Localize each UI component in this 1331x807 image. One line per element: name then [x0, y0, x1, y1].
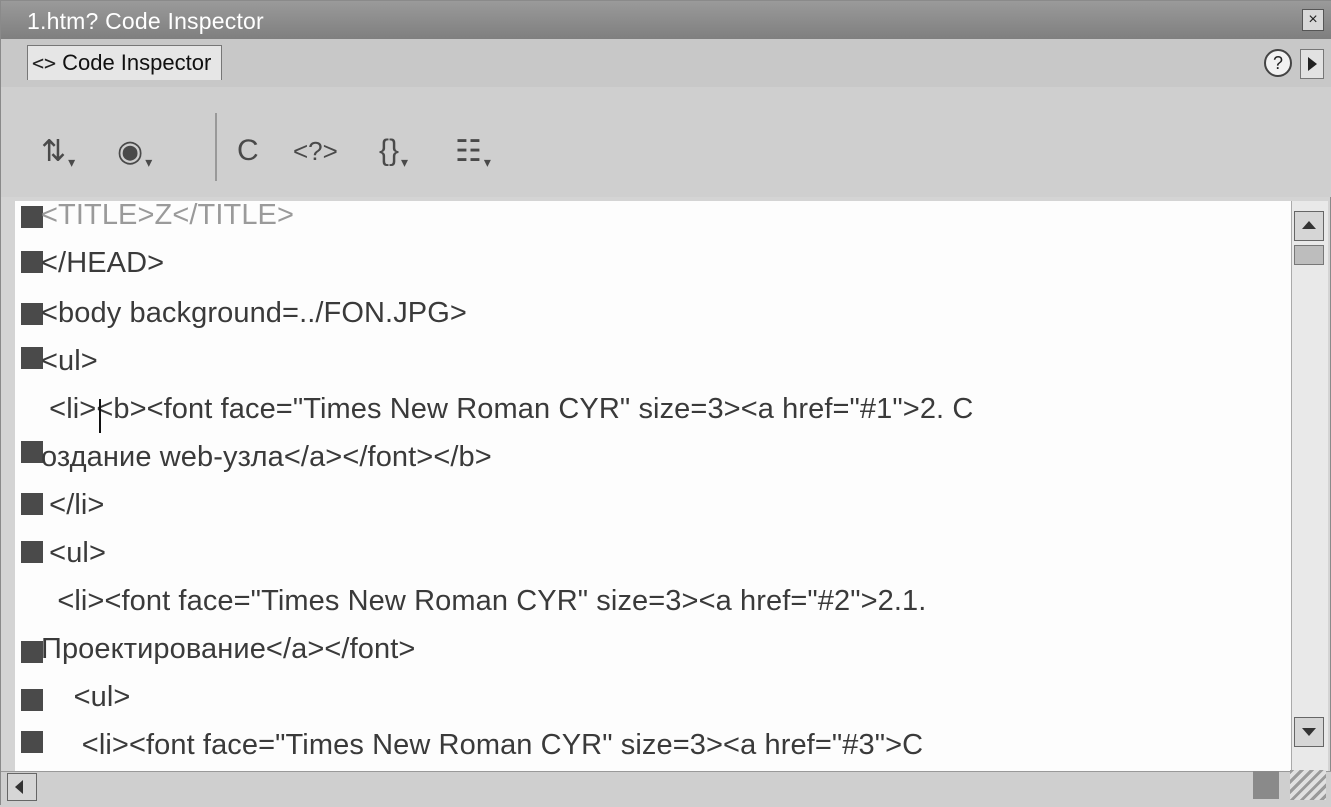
gutter-marker	[21, 441, 43, 463]
code-line[interactable]: <li><b><font face="Times New Roman CYR" …	[41, 393, 973, 426]
options-menu-button[interactable]	[1300, 49, 1324, 79]
gutter-marker	[21, 731, 43, 753]
gutter-marker	[21, 251, 43, 273]
chevron-down-icon: ▾	[68, 153, 76, 170]
code-inspector-window: 1.htm? Code Inspector × <> Code Inspecto…	[0, 0, 1331, 807]
refresh-icon: C	[237, 134, 259, 167]
scroll-down-button[interactable]	[1294, 717, 1324, 747]
code-navigation-button[interactable]: {} ▾	[379, 127, 408, 175]
reference-button[interactable]: <?>	[293, 127, 338, 175]
text-cursor	[99, 399, 101, 433]
code-line[interactable]: </li>	[41, 489, 104, 522]
code-line[interactable]: <TITLE>Z</TITLE>	[41, 199, 294, 232]
gutter-marker	[21, 347, 43, 369]
gutter-marker	[21, 206, 43, 228]
chevron-down-icon: ▾	[401, 153, 409, 170]
resize-grip[interactable]	[1290, 770, 1326, 800]
preview-globe-icon: ◉	[117, 134, 144, 168]
code-inspector-icon: <>	[32, 51, 57, 75]
code-line[interactable]: <ul>	[41, 537, 106, 570]
toolbar-divider	[215, 113, 217, 181]
chevron-down-icon: ▾	[145, 153, 153, 170]
status-bar	[1, 771, 1331, 807]
help-icon[interactable]: ?	[1264, 49, 1292, 77]
refresh-button[interactable]: C	[237, 127, 259, 175]
scroll-thumb[interactable]	[1294, 245, 1324, 265]
code-line[interactable]: <ul>	[41, 345, 98, 378]
gutter-marker	[21, 641, 43, 663]
gutter-marker	[21, 493, 43, 515]
vertical-scrollbar[interactable]	[1291, 201, 1328, 779]
view-options-button[interactable]: ☷ ▾	[455, 127, 491, 175]
tab-label: Code Inspector	[62, 50, 212, 75]
file-management-button[interactable]: ⇅ ▾	[41, 127, 75, 175]
window-title: 1.htm? Code Inspector	[27, 8, 264, 34]
code-editor[interactable]	[15, 201, 1305, 779]
code-line[interactable]: оздание web-узла</a></font></b>	[41, 441, 492, 474]
gutter-marker	[21, 689, 43, 711]
code-line[interactable]: <li><font face="Times New Roman CYR" siz…	[41, 729, 923, 762]
view-options-icon: ☷	[455, 134, 482, 168]
code-line[interactable]: Проектирование</a></font>	[41, 633, 415, 666]
close-button[interactable]: ×	[1302, 9, 1324, 31]
title-bar[interactable]: 1.htm? Code Inspector ×	[1, 1, 1331, 39]
scroll-left-button[interactable]	[7, 773, 37, 801]
gutter-marker	[21, 303, 43, 325]
scroll-up-button[interactable]	[1294, 211, 1324, 241]
file-management-icon: ⇅	[41, 134, 67, 168]
code-line[interactable]: <body background=../FON.JPG>	[41, 297, 467, 330]
code-navigation-icon: {}	[379, 134, 400, 167]
preview-button[interactable]: ◉ ▾	[117, 127, 152, 175]
tab-code-inspector[interactable]: <> Code Inspector	[27, 45, 223, 80]
chevron-down-icon: ▾	[483, 153, 491, 170]
reference-icon: <?>	[293, 135, 338, 166]
tag-selector-icon	[1253, 771, 1279, 799]
code-line[interactable]: <li><font face="Times New Roman CYR" siz…	[41, 585, 926, 618]
code-line[interactable]: </HEAD>	[41, 247, 164, 280]
code-line[interactable]: <ul>	[41, 681, 131, 714]
toolbar	[1, 87, 1331, 197]
gutter-marker	[21, 541, 43, 563]
